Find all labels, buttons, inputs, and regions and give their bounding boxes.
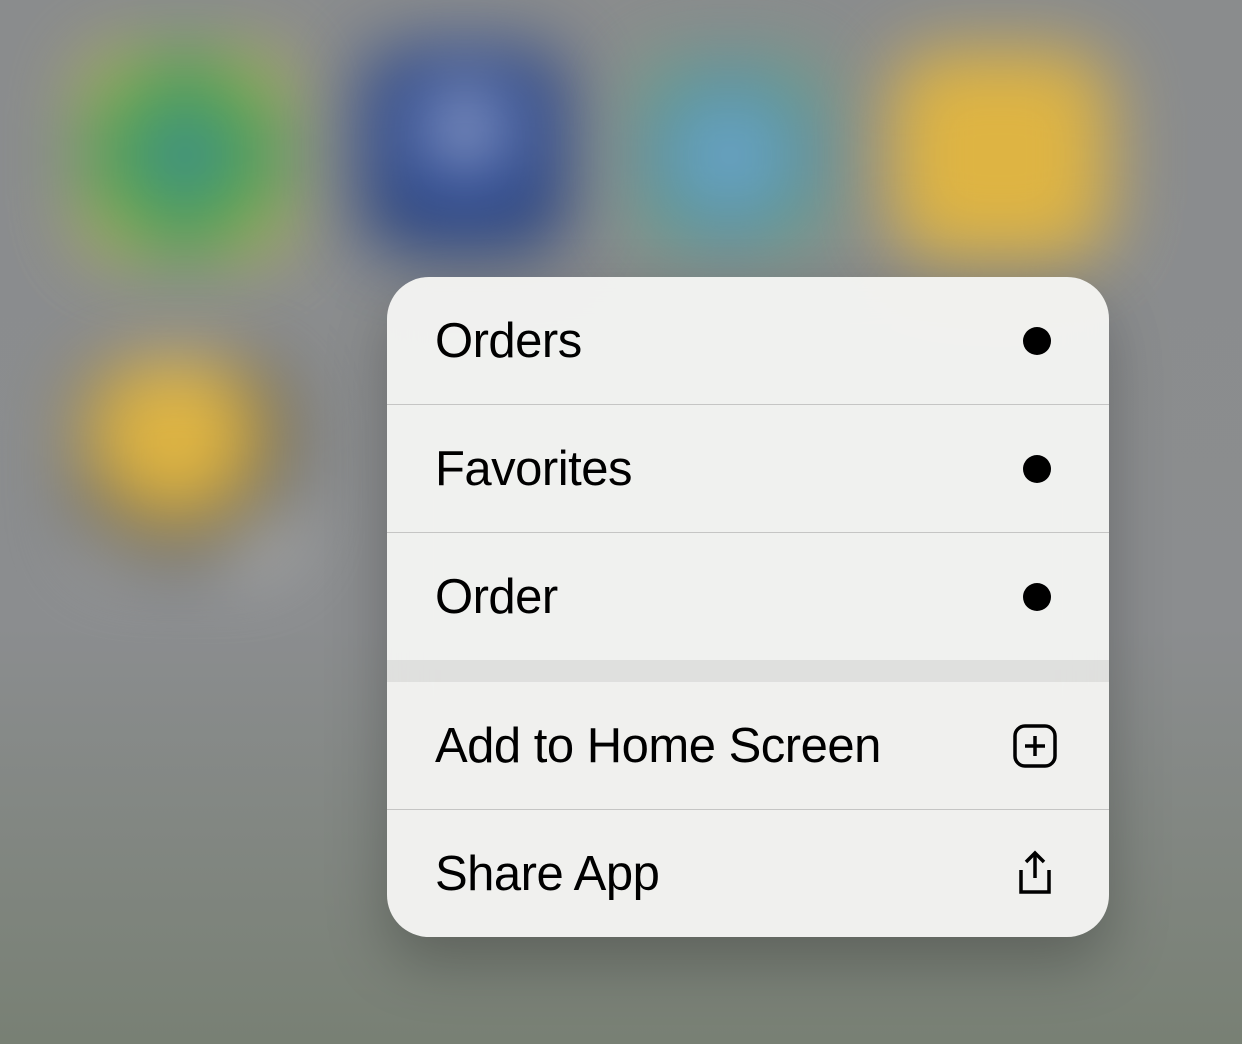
- dot-icon: [1023, 455, 1051, 483]
- share-icon: [1011, 850, 1059, 898]
- blurred-app-icon: [630, 55, 830, 255]
- blurred-app-icon: [360, 45, 570, 255]
- blurred-app-icon: [80, 50, 290, 260]
- menu-item-label: Orders: [435, 313, 582, 369]
- menu-item-favorites[interactable]: Favorites: [387, 405, 1109, 532]
- menu-item-label: Add to Home Screen: [435, 718, 881, 774]
- section-divider: [387, 660, 1109, 682]
- dot-icon: [1023, 327, 1051, 355]
- menu-item-add-to-home-screen[interactable]: Add to Home Screen: [387, 682, 1109, 809]
- menu-item-order[interactable]: Order: [387, 533, 1109, 660]
- menu-item-label: Share App: [435, 846, 659, 902]
- blurred-app-icon: [75, 360, 295, 570]
- plus-square-icon: [1011, 722, 1059, 770]
- menu-item-label: Favorites: [435, 441, 632, 497]
- menu-item-label: Order: [435, 569, 558, 625]
- menu-item-share-app[interactable]: Share App: [387, 810, 1109, 937]
- menu-item-orders[interactable]: Orders: [387, 277, 1109, 404]
- dot-icon: [1023, 583, 1051, 611]
- context-menu: Orders Favorites Order Add to Home Scree…: [387, 277, 1109, 937]
- blurred-app-icon: [890, 50, 1110, 260]
